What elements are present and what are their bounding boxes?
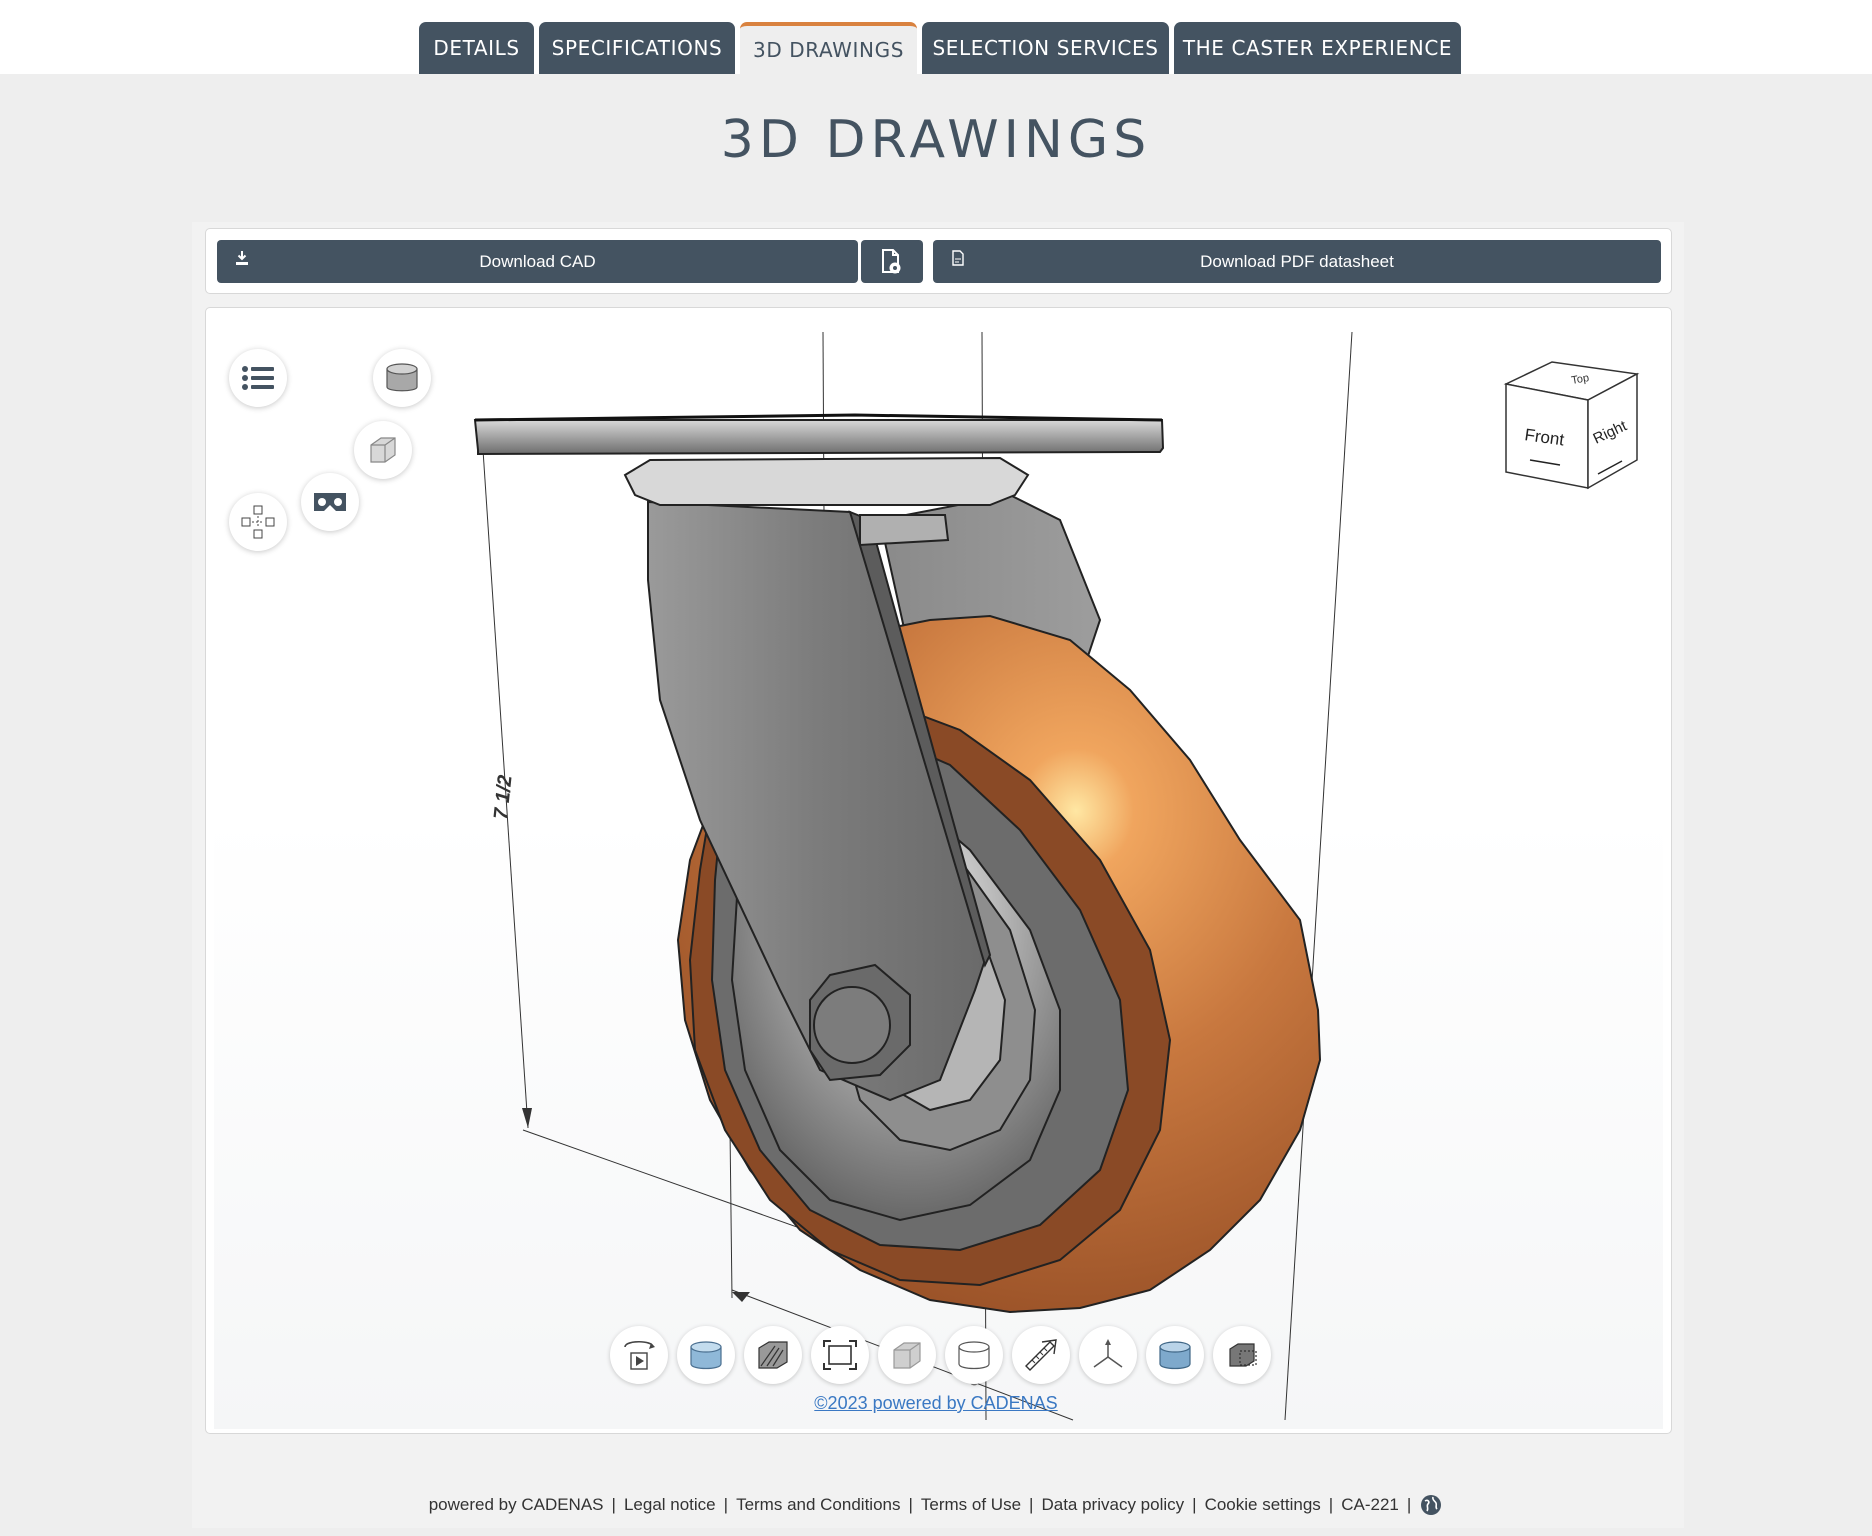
3d-viewer[interactable] <box>205 307 1672 1434</box>
vr-headset-icon <box>314 493 346 511</box>
globe-icon[interactable] <box>1419 1493 1443 1517</box>
solid-cylinder-icon <box>1159 1341 1191 1370</box>
footer-legal-notice[interactable]: Legal notice <box>624 1495 716 1515</box>
download-icon <box>236 251 248 265</box>
axes-icon <box>1093 1339 1123 1368</box>
viewer-toolbar <box>610 1326 1271 1384</box>
footer: powered by CADENAS | Legal notice | Terms … <box>0 1493 1872 1517</box>
download-cad-label: Download CAD <box>479 251 596 271</box>
parts-list-button[interactable] <box>229 349 287 407</box>
footer-terms-of-use[interactable]: Terms of Use <box>921 1495 1021 1515</box>
list-icon <box>242 366 274 390</box>
footer-separator: | <box>1328 1495 1334 1514</box>
measure-ruler-icon <box>1025 1339 1057 1371</box>
tab-bar: DETAILS SPECIFICATIONS 3D DRAWINGS SELEC… <box>419 22 1461 74</box>
measure-button[interactable] <box>1012 1326 1070 1384</box>
footer-separator: | <box>908 1495 913 1514</box>
shaded-cylinder-icon <box>690 1341 722 1370</box>
footer-separator: | <box>611 1495 616 1514</box>
tab-3d-drawings[interactable]: 3D DRAWINGS <box>740 22 917 74</box>
download-cad-button[interactable]: Download CAD <box>217 240 858 283</box>
footer-cookie-settings[interactable]: Cookie settings <box>1205 1495 1321 1515</box>
rotate-play-icon <box>624 1340 655 1370</box>
tab-details[interactable]: DETAILS <box>419 22 534 74</box>
transparent-mode-button[interactable] <box>945 1326 1003 1384</box>
footer-separator: | <box>1192 1495 1197 1514</box>
pdf-icon <box>952 250 964 266</box>
explode-view-button[interactable] <box>229 493 287 551</box>
shaded-mode-button[interactable] <box>677 1326 735 1384</box>
footer-separator: | <box>1029 1495 1034 1514</box>
outline-cylinder-icon <box>958 1341 990 1370</box>
footer-terms-and-conditions[interactable]: Terms and Conditions <box>736 1495 900 1515</box>
footer-separator: | <box>723 1495 729 1514</box>
section-cut-button[interactable] <box>744 1326 802 1384</box>
file-settings-icon <box>882 248 901 273</box>
cadenas-copyright-link[interactable]: ©2023 powered by CADENAS <box>0 1393 1872 1414</box>
explode-icon <box>241 505 275 539</box>
cube-icon <box>370 437 396 463</box>
download-pdf-button[interactable]: Download PDF datasheet <box>933 240 1661 283</box>
fit-view-button[interactable] <box>811 1326 869 1384</box>
tab-selection-services[interactable]: SELECTION SERVICES <box>922 22 1169 74</box>
section-icon <box>758 1341 788 1369</box>
cad-settings-button[interactable] <box>861 240 923 283</box>
snapshot-button[interactable] <box>1213 1326 1271 1384</box>
render-mode-button[interactable] <box>373 349 431 407</box>
viewer-canvas-background <box>214 316 1663 1429</box>
page-title: 3D DRAWINGS <box>720 110 1152 170</box>
view-cube[interactable]: Top Front Right <box>1500 360 1640 490</box>
view-cube-toggle-button[interactable] <box>354 421 412 479</box>
download-pdf-label: Download PDF datasheet <box>1200 251 1394 271</box>
rotate-animation-button[interactable] <box>610 1326 668 1384</box>
camera-box-icon <box>1229 1343 1257 1367</box>
footer-powered-by[interactable]: powered by CADENAS <box>429 1495 604 1515</box>
tab-the-caster-experience[interactable]: THE CASTER EXPERIENCE <box>1174 22 1461 74</box>
footer-catalog-id: CA-221 <box>1341 1495 1399 1514</box>
solid-mode-button[interactable] <box>1146 1326 1204 1384</box>
tab-specifications[interactable]: SPECIFICATIONS <box>539 22 735 74</box>
top-bar: DETAILS SPECIFICATIONS 3D DRAWINGS SELEC… <box>0 0 1872 74</box>
axes-button[interactable] <box>1079 1326 1137 1384</box>
wireframe-box-button[interactable] <box>878 1326 936 1384</box>
frame-icon <box>823 1340 857 1370</box>
footer-separator: | <box>1406 1495 1412 1514</box>
cylinder-icon <box>386 363 418 392</box>
box-icon <box>893 1342 921 1369</box>
footer-data-privacy-policy[interactable]: Data privacy policy <box>1041 1495 1184 1515</box>
vr-mode-button[interactable] <box>301 473 359 531</box>
